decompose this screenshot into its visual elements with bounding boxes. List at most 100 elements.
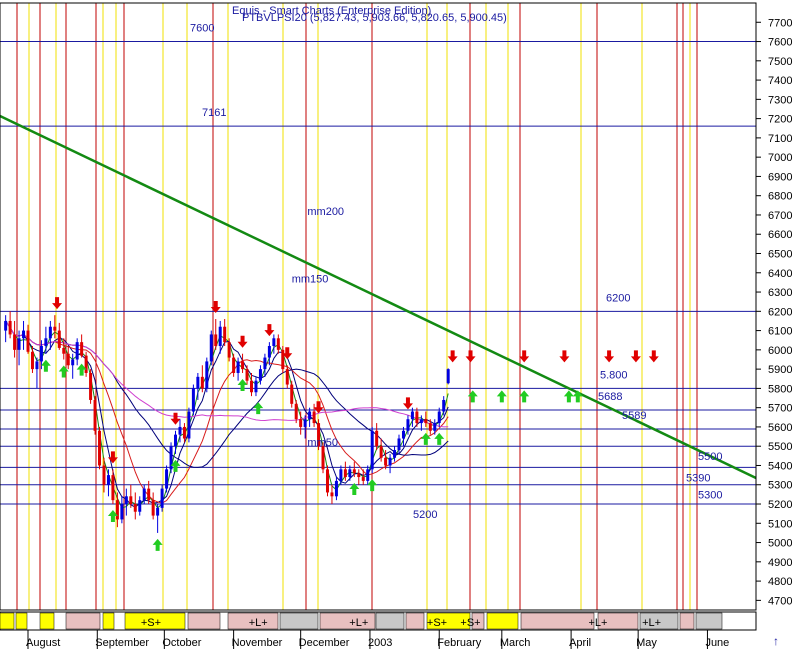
moving-average-label: mm200 xyxy=(307,206,344,218)
y-tick-label: 7700 xyxy=(768,17,792,29)
moving-average-label: mm150 xyxy=(292,273,329,285)
level-label: 5688 xyxy=(598,391,622,403)
level-label: 5.800 xyxy=(600,369,628,381)
y-tick-label: 5300 xyxy=(768,480,792,492)
candle-body xyxy=(205,361,209,389)
sell-arrow-icon xyxy=(519,350,530,363)
buy-arrow-icon xyxy=(467,390,478,403)
y-tick-label: 7400 xyxy=(768,75,792,87)
candle-body xyxy=(156,507,160,516)
candle-body xyxy=(267,346,271,358)
level-label: 7600 xyxy=(190,23,214,35)
candle-body xyxy=(250,380,253,393)
y-tick-label: 7000 xyxy=(768,152,792,164)
band-label: +S+ xyxy=(427,617,447,629)
candle-body xyxy=(44,338,48,347)
y-tick-label: 6100 xyxy=(768,326,792,338)
level-label: 6200 xyxy=(606,292,630,304)
signal-arrows xyxy=(40,297,659,551)
buy-arrow-icon xyxy=(496,390,507,403)
candle-body xyxy=(263,357,267,370)
candle-body xyxy=(375,430,379,447)
candle-body xyxy=(419,419,423,424)
y-tick-label: 6400 xyxy=(768,268,792,280)
y-tick-label: 6800 xyxy=(768,191,792,203)
candle-body xyxy=(209,334,213,362)
candle-body xyxy=(232,357,236,373)
candle-body xyxy=(124,496,128,505)
y-tick-label: 4700 xyxy=(768,595,792,607)
y-tick-label: 5100 xyxy=(768,518,792,530)
candle-body xyxy=(366,469,370,481)
y-tick-label: 5400 xyxy=(768,460,792,472)
candle-body xyxy=(182,426,186,439)
band-segment xyxy=(405,612,425,630)
candle-body xyxy=(254,380,258,393)
trend-line xyxy=(0,114,757,480)
candle-body xyxy=(151,500,155,516)
candle-body xyxy=(84,355,88,373)
candle-body xyxy=(388,457,392,466)
sell-arrow-icon xyxy=(52,297,63,310)
candle-body xyxy=(325,469,329,493)
candle-body xyxy=(66,353,70,366)
candle-body xyxy=(294,403,298,420)
average-line-magenta xyxy=(5,320,449,428)
candle-body xyxy=(410,411,414,420)
medium-average-line xyxy=(5,320,449,508)
signal-band-strip: +S+ +L+ +L+ +S+ +S+ +L+ +L+ xyxy=(0,611,757,631)
candle-body xyxy=(397,438,401,451)
candle-body xyxy=(80,342,84,356)
y-tick-label: 6300 xyxy=(768,287,792,299)
band-label: +S+ xyxy=(141,617,161,629)
band-segment xyxy=(102,612,115,630)
candle-body xyxy=(98,430,102,466)
candle-body xyxy=(187,411,191,439)
y-axis: 4700 4800 4900 5000 5100 5200 5300 5400 5500 5600… xyxy=(756,17,792,607)
candle-body xyxy=(393,450,397,458)
candle-body xyxy=(165,469,169,489)
candle-body xyxy=(17,338,21,350)
level-label: 5589 xyxy=(622,410,646,422)
scroll-up-icon[interactable]: ↑ xyxy=(773,634,779,648)
month-label: November xyxy=(232,637,283,649)
y-tick-label: 7100 xyxy=(768,133,792,145)
candle-body xyxy=(321,446,325,470)
candle-body xyxy=(437,411,441,424)
candle-body xyxy=(361,477,365,481)
candle-body xyxy=(214,334,218,347)
candle-body xyxy=(312,411,316,424)
level-label: 5200 xyxy=(413,509,437,521)
candle-body xyxy=(147,488,151,501)
y-tick-label: 6700 xyxy=(768,210,792,222)
y-tick-label: 7600 xyxy=(768,37,792,49)
candle-body xyxy=(22,330,26,339)
sell-arrow-icon xyxy=(604,350,615,363)
candle-body xyxy=(53,326,57,331)
sell-arrow-icon xyxy=(630,350,641,363)
candle-body xyxy=(343,469,347,478)
month-label: December xyxy=(299,637,350,649)
candle-body xyxy=(57,330,61,348)
y-tick-label: 5000 xyxy=(768,538,792,550)
x-axis: August September October November December 20… xyxy=(26,630,729,649)
moving-average-label: mm50 xyxy=(307,437,338,449)
band-segment xyxy=(15,612,28,630)
y-tick-label: 5900 xyxy=(768,364,792,376)
y-tick-label: 5700 xyxy=(768,403,792,415)
candle-body xyxy=(89,372,93,400)
buy-arrow-icon xyxy=(563,390,574,403)
candle-body xyxy=(106,475,110,485)
level-label: 7161 xyxy=(202,107,226,119)
candle-body xyxy=(245,369,249,381)
band-segment xyxy=(520,612,595,630)
y-tick-label: 5500 xyxy=(768,441,792,453)
candle-body xyxy=(357,473,361,478)
candle-body xyxy=(352,469,356,474)
band-segment xyxy=(695,612,723,630)
candle-body xyxy=(258,369,262,381)
buy-arrow-icon xyxy=(237,378,248,391)
level-label: 5300 xyxy=(698,490,722,502)
month-label: September xyxy=(95,637,149,649)
candle-body xyxy=(223,326,227,343)
